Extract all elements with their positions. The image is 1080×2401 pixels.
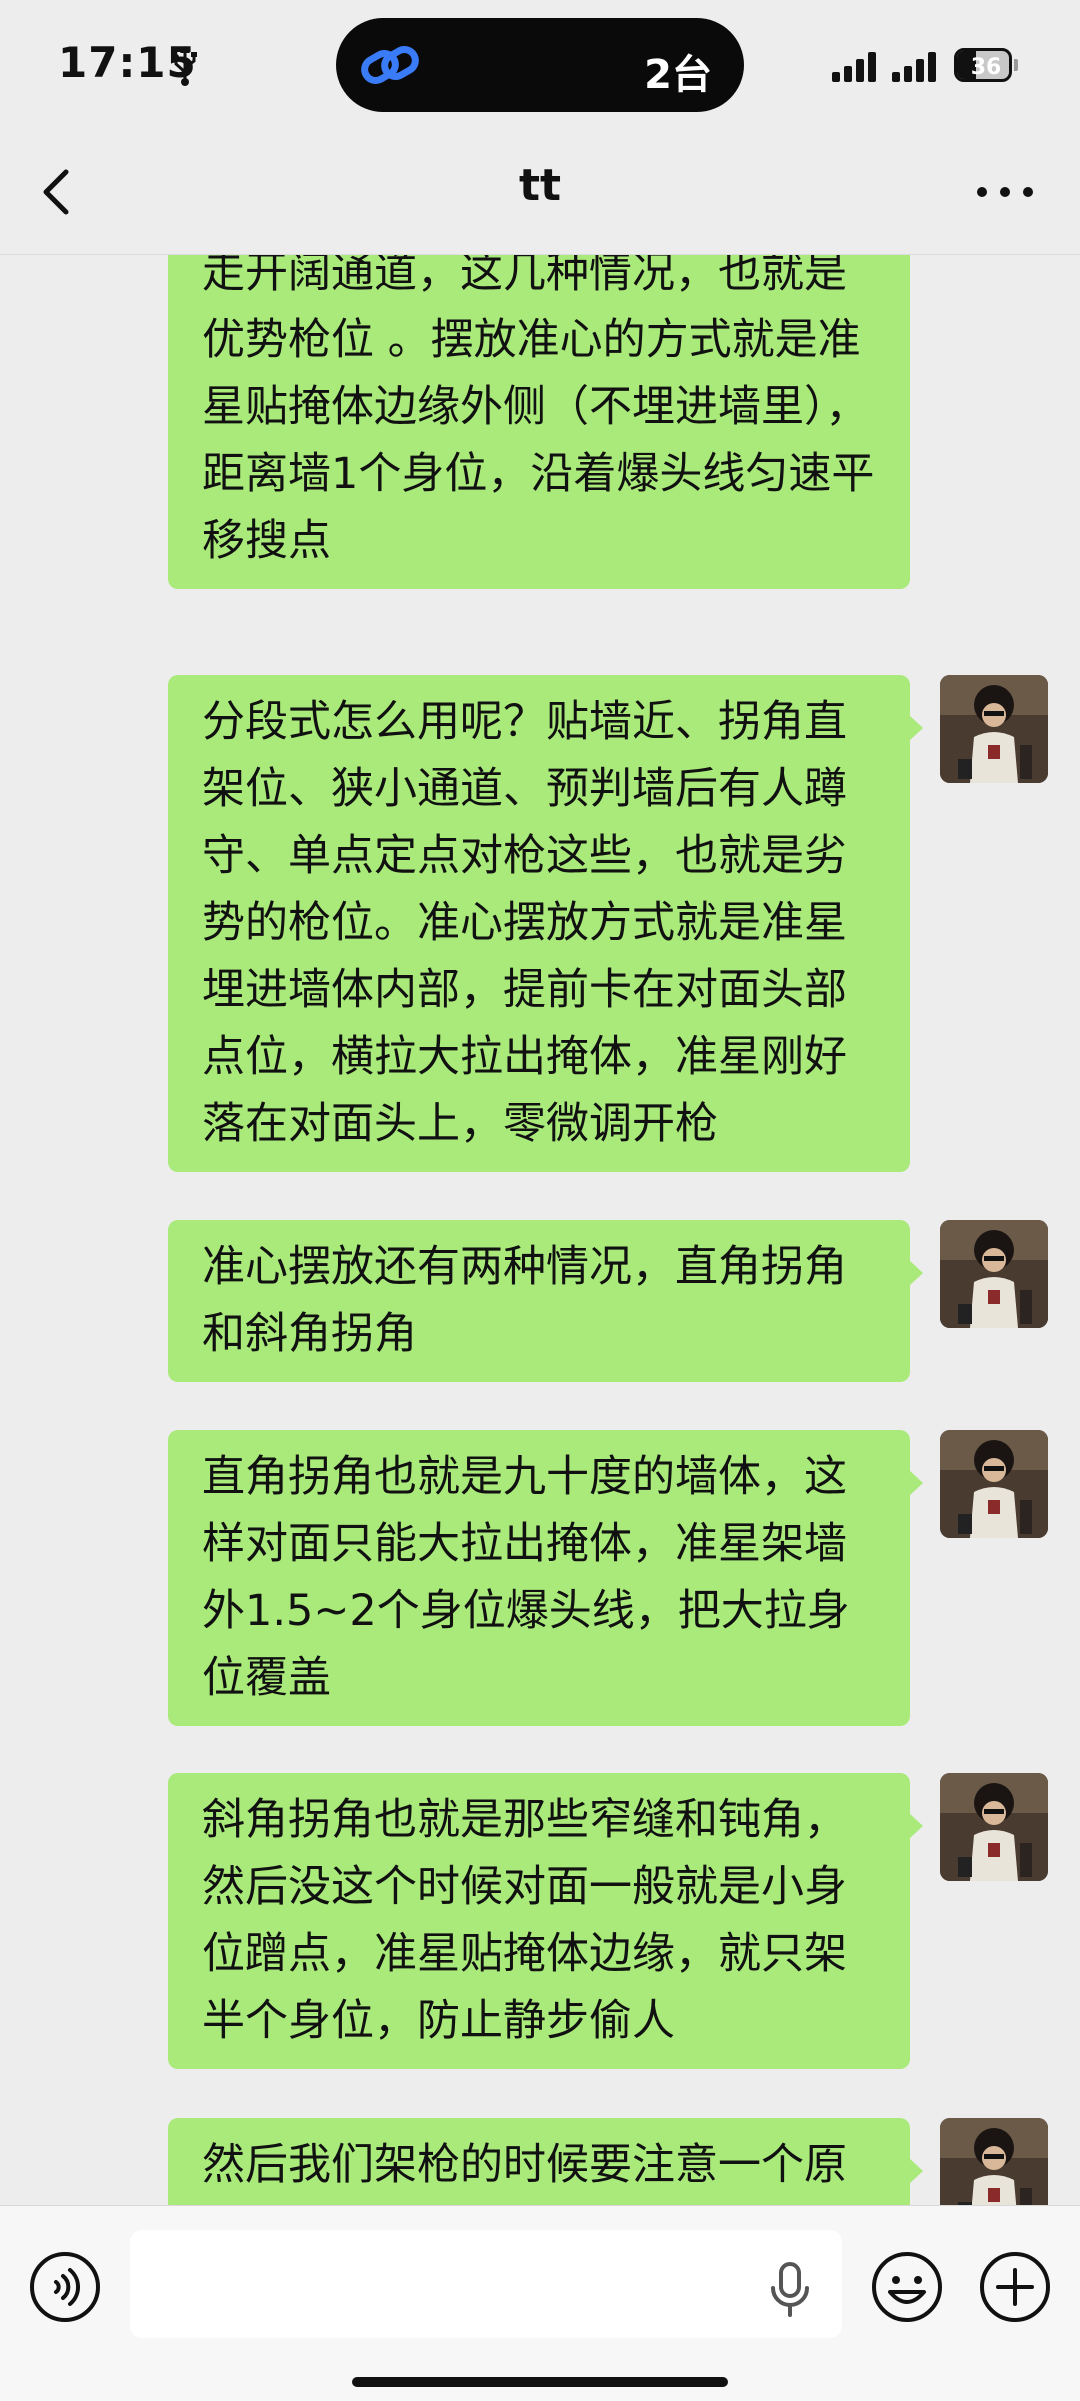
emoji-button[interactable] — [870, 2250, 944, 2324]
ellipsis-icon — [977, 187, 1033, 197]
more-button[interactable] — [970, 170, 1040, 214]
bubble-tail — [909, 1470, 923, 1496]
chat-header: tt — [0, 130, 1080, 255]
message-bubble[interactable]: 斜角拐角也就是那些窄缝和钝角，然后没这个时候对面一般就是小身位蹭点，准星贴掩体边… — [168, 1773, 910, 2069]
avatar[interactable] — [940, 1220, 1048, 1328]
message-bubble[interactable]: 直角拐角也就是九十度的墙体，这样对面只能大拉出掩体，准星架墙外1.5~2个身位爆… — [168, 1430, 910, 1726]
message-bubble[interactable]: 准心摆放还有两种情况，直角拐角和斜角拐角 — [168, 1220, 910, 1382]
cellular-signal-icon-2 — [892, 50, 944, 82]
usb-icon — [170, 46, 200, 86]
mic-icon[interactable] — [768, 2262, 812, 2318]
message-bubble[interactable]: 然后我们架枪的时候要注意一个原 — [168, 2118, 910, 2205]
message-bubble[interactable]: 前压、无直架敌人、大范围搜点、走开阔通道，这几种情况，也就是优势枪位 。摆放准心… — [168, 255, 910, 589]
island-device-count: 2台 — [644, 52, 712, 98]
back-button[interactable] — [30, 160, 90, 224]
avatar[interactable] — [940, 675, 1048, 783]
link-icon — [358, 40, 422, 90]
voice-button[interactable] — [28, 2250, 102, 2324]
battery-icon: 36 — [954, 48, 1018, 82]
message-input-bar — [0, 2205, 1080, 2401]
message-bubble[interactable]: 分段式怎么用呢？贴墙近、拐角直架位、狭小通道、预判墙后有人蹲守、单点定点对枪这些… — [168, 675, 910, 1172]
avatar[interactable] — [940, 1773, 1048, 1881]
chevron-left-icon — [43, 169, 69, 215]
message-list[interactable]: 前压、无直架敌人、大范围搜点、走开阔通道，这几种情况，也就是优势枪位 。摆放准心… — [0, 255, 1080, 2205]
chat-title: tt — [518, 160, 562, 211]
bubble-tail — [909, 1260, 923, 1286]
plus-icon — [980, 2252, 1050, 2322]
battery-level: 36 — [970, 55, 1002, 80]
avatar[interactable] — [940, 1430, 1048, 1538]
avatar[interactable] — [940, 2118, 1048, 2205]
emoji-icon — [872, 2252, 942, 2322]
dynamic-island[interactable]: 2台 — [336, 18, 744, 112]
home-indicator[interactable] — [352, 2377, 728, 2387]
voice-icon — [30, 2252, 100, 2322]
plus-button[interactable] — [978, 2250, 1052, 2324]
bubble-tail — [909, 2158, 923, 2184]
bubble-tail — [909, 1813, 923, 1839]
bubble-tail — [909, 715, 923, 741]
cellular-signal-icon — [832, 50, 884, 82]
message-input[interactable] — [130, 2230, 842, 2338]
status-bar: 17:15 2台 36 — [0, 0, 1080, 130]
